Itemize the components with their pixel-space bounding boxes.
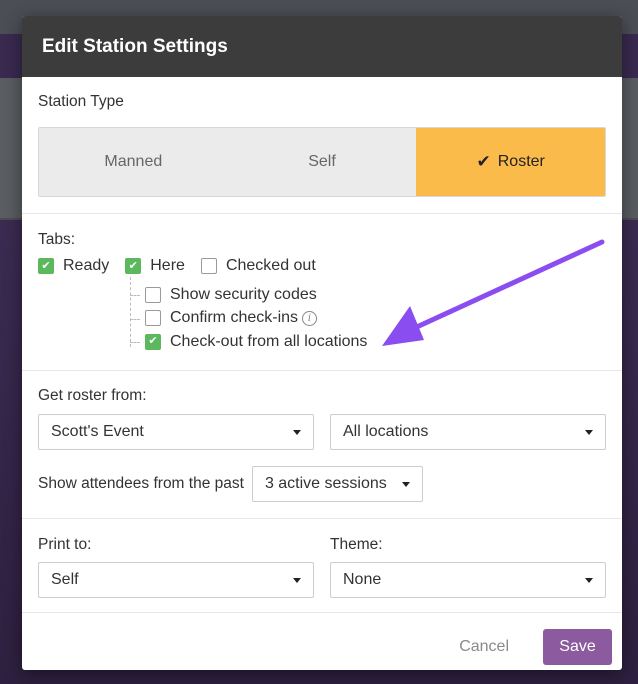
print-to-select[interactable]: Self (38, 562, 314, 598)
modal-header: Edit Station Settings (22, 16, 622, 77)
station-type-manned[interactable]: Manned (39, 128, 228, 196)
info-icon[interactable]: i (302, 310, 318, 326)
confirm-check-ins-checkbox[interactable] (145, 310, 161, 327)
print-theme-section: Print to: Self Theme: None (22, 519, 622, 613)
check-out-all-locations-checkbox[interactable]: ✔ (145, 333, 161, 350)
edit-station-modal: Edit Station Settings Station Type Manne… (22, 16, 622, 670)
past-attendees-row: Show attendees from the past 3 active se… (38, 466, 606, 502)
station-type-self[interactable]: Self (227, 128, 417, 196)
tab-ready-option[interactable]: ✔ Ready (38, 257, 109, 275)
caret-down-icon (293, 577, 301, 583)
print-theme-columns: Print to: Self Theme: None (38, 536, 606, 598)
roster-label: Get roster from: (38, 387, 147, 404)
station-type-segmented-control: Manned Self ✔ Roster (38, 127, 606, 197)
tab-checked-out-option[interactable]: Checked out (200, 257, 316, 275)
check-icon: ✔ (476, 152, 491, 171)
tab-here-option[interactable]: ✔ Here (125, 257, 185, 275)
caret-down-icon (585, 577, 593, 583)
save-button[interactable]: Save (543, 629, 612, 665)
past-attendees-label: Show attendees from the past (38, 475, 244, 492)
annotation-arrow-icon (382, 239, 605, 346)
theme-label: Theme: (330, 536, 383, 553)
station-type-roster[interactable]: ✔ Roster (416, 128, 605, 196)
caret-down-icon (293, 429, 301, 435)
theme-column: Theme: None (330, 536, 606, 598)
show-security-codes-checkbox[interactable] (145, 286, 161, 303)
station-type-label: Station Type (38, 93, 124, 110)
tab-checked-out-checkbox[interactable] (200, 258, 217, 274)
past-sessions-select[interactable]: 3 active sessions (251, 466, 423, 502)
modal-title: Edit Station Settings (42, 36, 228, 57)
roster-selects: Scott's Event All locations (38, 414, 606, 450)
print-to-column: Print to: Self (38, 536, 314, 598)
event-select[interactable]: Scott's Event (38, 414, 314, 450)
station-type-section: Station Type Manned Self ✔ Roster (22, 77, 622, 214)
modal-footer: Cancel Save (22, 613, 622, 670)
caret-down-icon (401, 481, 410, 487)
theme-select[interactable]: None (330, 562, 606, 598)
caret-down-icon (585, 429, 593, 435)
location-select[interactable]: All locations (330, 414, 606, 450)
tab-ready-checkbox[interactable]: ✔ (38, 258, 54, 274)
print-to-label: Print to: (38, 536, 92, 553)
roster-section: Get roster from: Scott's Event All locat… (22, 371, 622, 519)
cancel-button[interactable]: Cancel (459, 638, 509, 656)
tabs-section: Tabs: ✔ Ready ✔ Here Checked out Show se… (22, 214, 622, 371)
tab-here-checkbox[interactable]: ✔ (125, 258, 142, 274)
